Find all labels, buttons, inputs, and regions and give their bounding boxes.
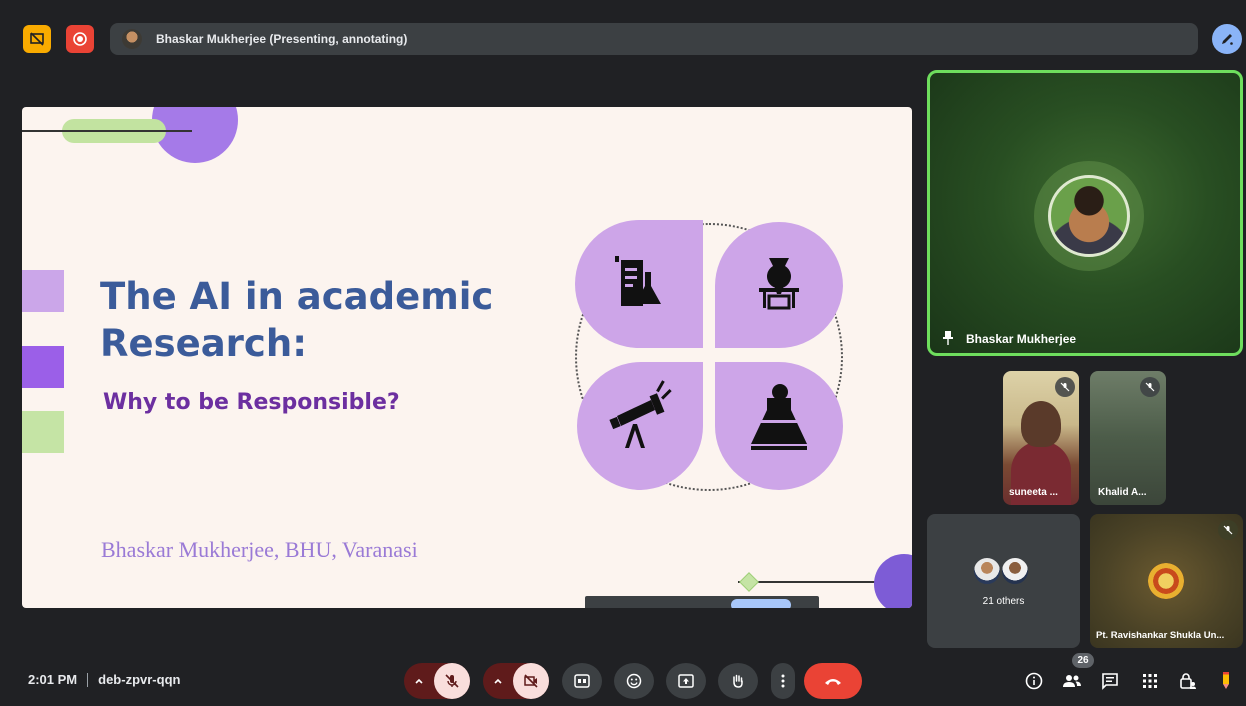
participant-avatar bbox=[1000, 556, 1030, 586]
camera-control[interactable] bbox=[483, 663, 549, 699]
people-button[interactable] bbox=[1060, 669, 1084, 693]
presenter-bar[interactable]: Bhaskar Mukherjee (Presenting, annotatin… bbox=[110, 23, 1198, 55]
mic-off-icon bbox=[445, 674, 459, 688]
decorative-diamond bbox=[739, 572, 759, 592]
participant-video-head bbox=[1021, 401, 1061, 447]
participant-name: Bhaskar Mukherjee bbox=[966, 332, 1077, 346]
captions-icon bbox=[574, 674, 590, 688]
leave-call-button[interactable] bbox=[804, 663, 862, 699]
pencil-icon bbox=[1223, 672, 1229, 689]
presenter-avatar bbox=[122, 29, 142, 49]
raise-hand-button[interactable] bbox=[718, 663, 758, 699]
participant-avatar bbox=[1048, 175, 1130, 257]
participant-name: suneeta ... bbox=[1009, 487, 1058, 498]
annotation-toolbar[interactable] bbox=[585, 596, 819, 608]
meeting-code: deb-zpvr-qqn bbox=[98, 672, 181, 687]
emoji-icon bbox=[626, 673, 642, 689]
mic-off-button[interactable] bbox=[434, 663, 470, 699]
presenter-title: Bhaskar Mukherjee (Presenting, annotatin… bbox=[156, 32, 408, 46]
mic-options-chevron-icon[interactable] bbox=[404, 663, 434, 699]
participant-tile[interactable]: Pt. Ravishankar Shukla Un... bbox=[1090, 514, 1243, 648]
camera-off-icon bbox=[524, 674, 538, 688]
camera-off-button[interactable] bbox=[513, 663, 549, 699]
present-button[interactable] bbox=[666, 663, 706, 699]
lock-person-icon bbox=[1180, 673, 1196, 689]
mic-control[interactable] bbox=[404, 663, 470, 699]
present-screen-icon bbox=[678, 674, 694, 688]
camera-options-chevron-icon[interactable] bbox=[483, 663, 513, 699]
people-icon bbox=[1063, 675, 1081, 687]
slide-subtitle: Why to be Responsible? bbox=[103, 390, 400, 415]
shared-slide: The AI in academic Research: Why to be R… bbox=[22, 107, 912, 608]
participant-tile-main[interactable]: Bhaskar Mukherjee bbox=[927, 70, 1243, 356]
decorative-square bbox=[22, 346, 64, 388]
meeting-info: 2:01 PM deb-zpvr-qqn bbox=[28, 672, 180, 687]
end-call-icon bbox=[825, 679, 841, 685]
clock-time: 2:01 PM bbox=[28, 672, 78, 687]
annotate-pen-button[interactable] bbox=[1212, 24, 1242, 54]
mic-off-icon bbox=[1140, 377, 1160, 397]
more-vert-icon bbox=[781, 674, 785, 688]
decorative-square bbox=[22, 411, 64, 453]
participant-tile[interactable]: Khalid A... bbox=[1090, 371, 1166, 505]
presentation-indicator-icon[interactable] bbox=[23, 25, 51, 53]
pen-icon bbox=[1222, 34, 1233, 45]
host-controls-button[interactable] bbox=[1176, 669, 1200, 693]
participant-name: Khalid A... bbox=[1098, 487, 1147, 498]
decorative-circle bbox=[874, 554, 912, 608]
slide-title: The AI in academic Research: bbox=[100, 275, 494, 365]
info-icon bbox=[1025, 672, 1043, 690]
chat-button[interactable] bbox=[1098, 669, 1122, 693]
participant-count-badge: 26 bbox=[1072, 653, 1094, 668]
chat-icon bbox=[1102, 673, 1118, 690]
divider bbox=[87, 672, 89, 687]
recording-icon[interactable] bbox=[66, 25, 94, 53]
slide-author: Bhaskar Mukherjee, BHU, Varanasi bbox=[101, 537, 418, 562]
decorative-square bbox=[22, 270, 64, 312]
mic-off-icon bbox=[1218, 520, 1238, 540]
more-options-button[interactable] bbox=[771, 663, 795, 699]
research-icons-graphic bbox=[575, 220, 843, 490]
pin-icon[interactable] bbox=[942, 331, 954, 345]
hand-icon bbox=[733, 674, 743, 688]
others-label: 21 others bbox=[982, 596, 1025, 607]
participant-tile[interactable]: suneeta ... bbox=[1003, 371, 1079, 505]
participant-name: Pt. Ravishankar Shukla Un... bbox=[1096, 630, 1225, 641]
mic-off-icon bbox=[1055, 377, 1075, 397]
annotation-toolbar-pill[interactable] bbox=[731, 599, 791, 608]
decorative-line bbox=[22, 130, 192, 132]
activities-button[interactable] bbox=[1138, 669, 1162, 693]
university-logo bbox=[1148, 563, 1184, 599]
meeting-details-button[interactable] bbox=[1022, 669, 1046, 693]
captions-button[interactable] bbox=[562, 663, 602, 699]
reactions-button[interactable] bbox=[614, 663, 654, 699]
gemini-notes-button[interactable] bbox=[1214, 669, 1238, 693]
others-tile[interactable]: 21 others bbox=[927, 514, 1080, 648]
apps-grid-icon bbox=[1143, 674, 1157, 688]
participant-avatar bbox=[972, 556, 1002, 586]
